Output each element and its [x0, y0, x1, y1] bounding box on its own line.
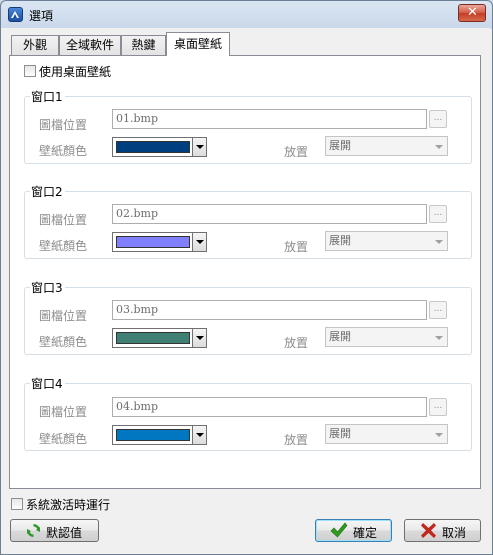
- tab-label: 熱鍵: [131, 38, 156, 52]
- cross-icon: [421, 523, 436, 538]
- image-location-input[interactable]: 02.bmp: [112, 204, 427, 224]
- placement-select[interactable]: 展開: [325, 424, 448, 444]
- use-wallpaper-checkbox[interactable]: [24, 65, 36, 77]
- ok-button[interactable]: 確定: [315, 519, 392, 542]
- wallpaper-color-label: 壁紙顏色: [39, 239, 88, 253]
- refresh-icon: [27, 524, 40, 537]
- tab-hotkeys[interactable]: 熱鍵: [121, 35, 166, 55]
- wallpaper-color-label: 壁紙顏色: [39, 432, 88, 446]
- ok-label: 確定: [353, 526, 378, 540]
- run-on-startup-checkbox[interactable]: [11, 498, 23, 510]
- close-button[interactable]: ✕: [458, 4, 486, 22]
- browse-button[interactable]: ...: [429, 398, 447, 416]
- image-location-label: 圖檔位置: [39, 118, 88, 132]
- chevron-down-icon[interactable]: [192, 329, 206, 347]
- placement-label: 放置: [284, 145, 309, 159]
- wallpaper-color-label: 壁紙顏色: [39, 335, 88, 349]
- window-title: 選項: [29, 9, 54, 23]
- placement-select[interactable]: 展開: [325, 327, 448, 347]
- color-swatch: [116, 236, 190, 248]
- tab-label: 桌面壁紙: [173, 37, 222, 51]
- wallpaper-color-picker[interactable]: [112, 137, 207, 157]
- chevron-down-icon[interactable]: [192, 426, 206, 444]
- browse-button[interactable]: ...: [429, 110, 447, 128]
- placement-select[interactable]: 展開: [325, 136, 448, 156]
- close-icon: ✕: [467, 5, 478, 20]
- browse-button[interactable]: ...: [429, 301, 447, 319]
- image-location-label: 圖檔位置: [39, 405, 88, 419]
- group-title: 窗口1: [30, 88, 65, 105]
- wallpaper-color-picker[interactable]: [112, 232, 207, 252]
- tab-label: 全域軟件: [65, 38, 114, 52]
- browse-button[interactable]: ...: [429, 205, 447, 223]
- wallpaper-color-picker[interactable]: [112, 425, 207, 445]
- cancel-button[interactable]: 取消: [404, 519, 481, 542]
- placement-value: 展開: [329, 234, 351, 247]
- image-location-label: 圖檔位置: [39, 213, 88, 227]
- wallpaper-color-picker[interactable]: [112, 328, 207, 348]
- placement-label: 放置: [284, 336, 309, 350]
- image-location-input[interactable]: 03.bmp: [112, 300, 427, 320]
- placement-label: 放置: [284, 240, 309, 254]
- placement-value: 展開: [329, 139, 351, 152]
- checkmark-icon: [330, 522, 348, 538]
- defaults-button[interactable]: 默認值: [10, 519, 99, 542]
- cancel-label: 取消: [442, 526, 467, 540]
- color-swatch: [116, 141, 190, 153]
- chevron-down-icon[interactable]: [192, 233, 206, 251]
- image-location-input[interactable]: 04.bmp: [112, 397, 427, 417]
- run-on-startup-label: 系統激活時運行: [26, 498, 111, 512]
- app-icon: [8, 7, 23, 22]
- title-bar[interactable]: 選項 ✕: [1, 1, 490, 27]
- defaults-label: 默認值: [46, 526, 83, 540]
- color-swatch: [116, 429, 190, 441]
- wallpaper-color-label: 壁紙顏色: [39, 144, 88, 158]
- placement-value: 展開: [329, 427, 351, 440]
- group-title: 窗口4: [30, 375, 65, 392]
- use-wallpaper-label: 使用桌面壁紙: [39, 65, 112, 79]
- group-title: 窗口2: [30, 183, 65, 200]
- placement-value: 展開: [329, 330, 351, 343]
- tab-appearance[interactable]: 外觀: [11, 35, 59, 55]
- placement-select[interactable]: 展開: [325, 231, 448, 251]
- placement-label: 放置: [284, 433, 309, 447]
- color-swatch: [116, 332, 190, 344]
- tab-desktop-wallpaper[interactable]: 桌面壁紙: [166, 32, 230, 56]
- chevron-down-icon[interactable]: [192, 138, 206, 156]
- tab-label: 外觀: [22, 38, 47, 52]
- image-location-label: 圖檔位置: [39, 309, 88, 323]
- tab-global-software[interactable]: 全域軟件: [59, 35, 121, 55]
- image-location-input[interactable]: 01.bmp: [112, 109, 427, 129]
- group-title: 窗口3: [30, 279, 65, 296]
